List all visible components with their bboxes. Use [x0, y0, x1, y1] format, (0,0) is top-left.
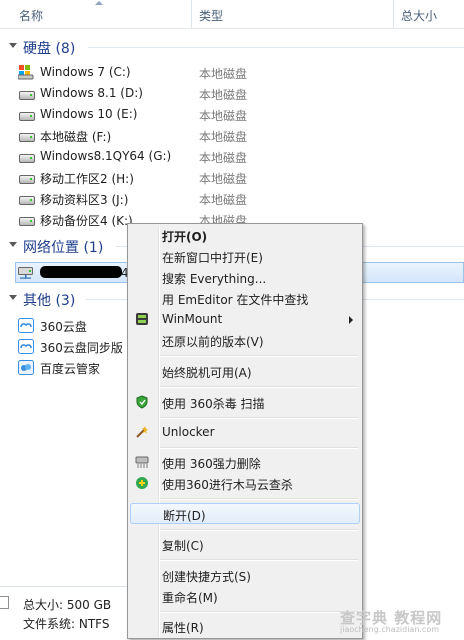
- drive-type: 本地磁盘: [199, 67, 248, 81]
- collapse-arrow-icon[interactable]: [9, 43, 17, 48]
- drive-name: Windows 8.1 (D:): [40, 86, 143, 100]
- drive-name: Windows8.1QY64 (G:): [40, 149, 172, 163]
- hard-drive-icon: [18, 170, 35, 185]
- column-divider[interactable]: [191, 0, 192, 28]
- baidu-cloud-icon: [18, 360, 34, 375]
- drive-name: 本地磁盘 (F:): [40, 130, 112, 144]
- watermark-url: jiaocheng.chazidian.com: [340, 625, 440, 634]
- system-drive-icon: [17, 65, 34, 80]
- menu-separator: [160, 355, 358, 357]
- group-hard-disk[interactable]: 硬盘 (8): [0, 37, 464, 57]
- list-item[interactable]: 移动资料区3 (J:) 本地磁盘: [0, 188, 464, 209]
- drive-name: Windows 7 (C:): [40, 65, 131, 79]
- redacted-network-name: [40, 266, 122, 278]
- hard-drive-icon: [18, 107, 35, 122]
- menu-separator: [160, 611, 358, 613]
- drive-type: 本地磁盘: [199, 88, 248, 102]
- menu-item-360-scan[interactable]: 使用 360杀毒 扫描: [130, 392, 360, 413]
- hard-drive-icon: [18, 128, 35, 143]
- shredder-icon: [135, 455, 149, 469]
- drive-type: 本地磁盘: [199, 172, 248, 186]
- list-item[interactable]: Windows 8.1 (D:) 本地磁盘: [0, 83, 464, 104]
- hard-drive-icon: [18, 191, 35, 206]
- cloud-icon: [18, 339, 34, 354]
- drive-type: 本地磁盘: [199, 193, 248, 207]
- details-pane: 总大小: 500 GB 文件系统: NTFS: [0, 586, 130, 640]
- list-item[interactable]: Windows 10 (E:) 本地磁盘: [0, 104, 464, 125]
- menu-item-copy[interactable]: 复制(C): [130, 534, 360, 555]
- network-drive-icon: [18, 266, 34, 279]
- menu-item-open[interactable]: 打开(O): [130, 225, 360, 246]
- cloud-icon: [18, 318, 34, 333]
- group-divider: [88, 47, 464, 48]
- menu-item-emeditor[interactable]: 用 EmEditor 在文件中查找: [130, 288, 360, 309]
- column-divider[interactable]: [393, 0, 394, 28]
- column-type[interactable]: 类型: [199, 7, 223, 24]
- menu-item-create-shortcut[interactable]: 创建快捷方式(S): [130, 565, 360, 586]
- list-item[interactable]: Windows8.1QY64 (G:) 本地磁盘: [0, 146, 464, 167]
- menu-separator: [160, 559, 358, 561]
- winmount-icon: [135, 312, 149, 326]
- menu-separator: [160, 386, 358, 388]
- column-size[interactable]: 总大小: [401, 7, 437, 24]
- item-name: 360云盘: [40, 320, 87, 334]
- hard-drive-icon: [18, 149, 35, 164]
- menu-separator: [160, 529, 358, 531]
- menu-item-properties[interactable]: 属性(R): [130, 616, 360, 637]
- hard-drive-icon: [18, 86, 35, 101]
- context-menu: 打开(O) 在新窗口中打开(E) 搜索 Everything... 用 EmEd…: [127, 223, 363, 639]
- menu-item-disconnect[interactable]: 断开(D): [130, 503, 360, 524]
- menu-item-search-everything[interactable]: 搜索 Everything...: [130, 267, 360, 288]
- drive-name: 移动资料区3 (J:): [40, 193, 129, 207]
- menu-item-360-delete[interactable]: 使用 360强力删除: [130, 452, 360, 473]
- drive-name: Windows 10 (E:): [40, 107, 138, 121]
- collapse-arrow-icon[interactable]: [9, 295, 17, 300]
- hard-drive-icon: [18, 212, 35, 227]
- column-header: 名称 类型 总大小: [0, 0, 464, 29]
- drive-type: 本地磁盘: [199, 151, 248, 165]
- group-label: 网络位置 (1): [23, 240, 104, 256]
- menu-item-rename[interactable]: 重命名(M): [130, 586, 360, 607]
- total-size: 总大小: 500 GB: [23, 598, 112, 612]
- shield-icon: [135, 395, 149, 409]
- sort-arrow-icon: [95, 1, 103, 5]
- column-name[interactable]: 名称: [19, 7, 43, 24]
- drive-type: 本地磁盘: [199, 109, 248, 123]
- menu-item-unlocker[interactable]: Unlocker: [130, 422, 360, 443]
- list-item[interactable]: 本地磁盘 (F:) 本地磁盘: [0, 125, 464, 146]
- drive-type: 本地磁盘: [199, 130, 248, 144]
- menu-item-restore-previous[interactable]: 还原以前的版本(V): [130, 330, 360, 351]
- item-name: 360云盘同步版: [40, 341, 123, 355]
- item-name: 百度云管家: [40, 362, 101, 376]
- menu-item-360-trojan-scan[interactable]: 使用360进行木马云查杀: [130, 473, 360, 494]
- menu-item-open-new-window[interactable]: 在新窗口中打开(E): [130, 246, 360, 267]
- watermark: 查字典 教程网 jiaocheng.chazidian.com: [340, 607, 458, 635]
- menu-item-winmount[interactable]: WinMount: [130, 309, 360, 330]
- menu-item-always-offline[interactable]: 始终脱机可用(A): [130, 361, 360, 382]
- menu-separator: [160, 498, 358, 500]
- checkbox[interactable]: [0, 596, 9, 609]
- list-item[interactable]: Windows 7 (C:) 本地磁盘: [0, 62, 464, 83]
- group-label: 其他 (3): [23, 293, 76, 309]
- collapse-arrow-icon[interactable]: [9, 242, 17, 247]
- menu-separator: [160, 417, 358, 419]
- wand-icon: [135, 425, 149, 439]
- drive-name: 移动备份区4 (K:): [40, 214, 133, 228]
- file-system: 文件系统: NTFS: [23, 617, 110, 631]
- 360-security-icon: [135, 476, 149, 490]
- submenu-arrow-icon: [349, 316, 353, 324]
- group-label: 硬盘 (8): [23, 41, 76, 57]
- menu-separator: [160, 447, 358, 449]
- list-item[interactable]: 移动工作区2 (H:) 本地磁盘: [0, 167, 464, 188]
- drive-name: 移动工作区2 (H:): [40, 172, 134, 186]
